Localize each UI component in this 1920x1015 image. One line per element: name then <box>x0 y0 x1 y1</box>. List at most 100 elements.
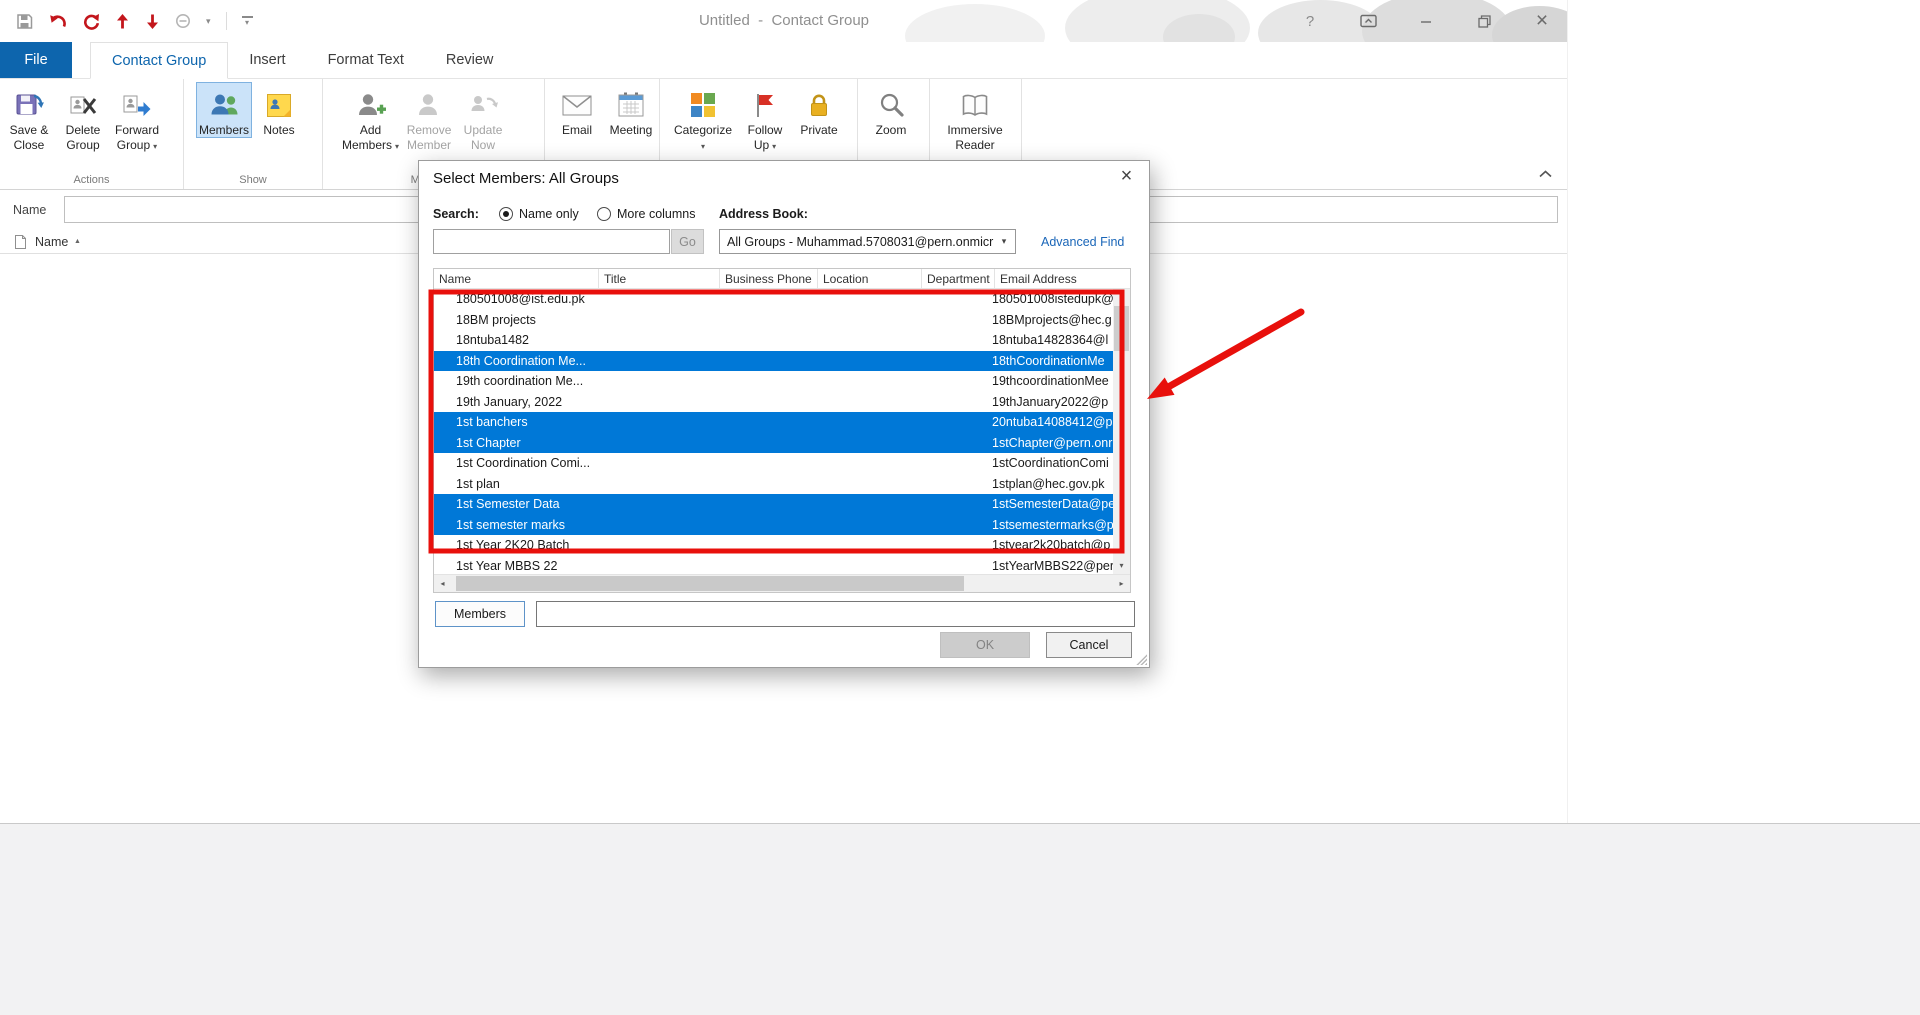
dialog-close-icon[interactable]: × <box>1104 161 1149 192</box>
sync-icon[interactable] <box>175 13 191 29</box>
zoom-icon <box>877 86 905 123</box>
column-header-name[interactable]: Name <box>434 269 599 288</box>
table-row[interactable]: 1st Year 2K20 Batch1styear2k20batch@p <box>434 535 1113 556</box>
name-only-radio[interactable] <box>499 207 513 221</box>
private-button[interactable]: Private <box>792 82 846 154</box>
minimize-icon[interactable] <box>1416 0 1436 42</box>
row-email: 18thCoordinationMe <box>992 354 1113 368</box>
column-header-business-phone[interactable]: Business Phone <box>720 269 818 288</box>
advanced-find-link[interactable]: Advanced Find <box>1041 235 1124 249</box>
column-header-email-address[interactable]: Email Address <box>995 269 1130 288</box>
name-only-radio-label[interactable]: Name only <box>519 207 579 221</box>
table-row[interactable]: 1st Coordination Comi...1stCoordinationC… <box>434 453 1113 474</box>
row-name: 1st plan <box>434 477 992 491</box>
table-row[interactable]: 19th coordination Me...19thcoordinationM… <box>434 371 1113 392</box>
horizontal-scrollbar[interactable]: ◂ ▸ <box>434 574 1130 592</box>
more-columns-radio-label[interactable]: More columns <box>617 207 696 221</box>
row-name: 1st Year 2K20 Batch <box>434 538 992 552</box>
annotation-arrow-head <box>1147 378 1175 400</box>
save-close-icon <box>14 86 44 123</box>
tab-format-text[interactable]: Format Text <box>307 42 425 78</box>
table-row[interactable]: 180501008@ist.edu.pk180501008istedupk@c <box>434 289 1113 310</box>
horizontal-scroll-thumb[interactable] <box>456 576 964 591</box>
column-header-title[interactable]: Title <box>599 269 720 288</box>
dropdown-chevron-icon: ▾ <box>395 142 399 151</box>
categorize-icon <box>689 86 717 123</box>
name-column-header[interactable]: Name <box>35 235 68 249</box>
redo-icon[interactable] <box>82 13 100 30</box>
update-now-icon <box>468 86 498 123</box>
members-field[interactable] <box>536 601 1135 627</box>
row-email: 1stsemestermarks@p <box>992 518 1113 532</box>
categorize-button[interactable]: Categorize▾ <box>668 82 738 154</box>
scroll-down-icon[interactable]: ▾ <box>1113 557 1130 574</box>
row-email: 19thcoordinationMee <box>992 374 1113 388</box>
row-name: 1st Chapter <box>434 436 992 450</box>
ribbon-display-options-icon[interactable] <box>1358 0 1378 42</box>
customize-quick-access-icon[interactable]: ▾ <box>242 16 253 26</box>
chevron-down-icon[interactable]: ▾ <box>206 17 211 26</box>
immersive-reader-button[interactable]: ImmersiveReader <box>936 82 1014 153</box>
search-input[interactable] <box>433 229 670 254</box>
group-label-show: Show <box>184 174 322 186</box>
dropdown-chevron-icon: ▾ <box>772 142 776 151</box>
meeting-button[interactable]: Meeting <box>604 82 658 138</box>
add-members-icon <box>355 86 387 123</box>
row-name: 19th January, 2022 <box>434 395 992 409</box>
help-icon[interactable]: ? <box>1300 0 1320 42</box>
table-row[interactable]: 1st Year MBBS 221stYearMBBS22@per <box>434 556 1113 575</box>
table-row[interactable]: 18BM projects18BMprojects@hec.g <box>434 310 1113 331</box>
address-book-dropdown[interactable]: All Groups - Muhammad.5708031@pern.onmic… <box>719 229 1016 254</box>
window-controls: ? × <box>1300 0 1552 42</box>
follow-up-button[interactable]: FollowUp▾ <box>738 82 792 154</box>
more-columns-radio[interactable] <box>597 207 611 221</box>
scroll-left-icon[interactable]: ◂ <box>434 575 451 592</box>
restore-icon[interactable] <box>1474 0 1494 42</box>
table-row[interactable]: 1st semester marks1stsemestermarks@p <box>434 515 1113 536</box>
row-name: 1st semester marks <box>434 518 992 532</box>
row-email: 1stSemesterData@pe <box>992 497 1113 511</box>
address-book-value: All Groups - Muhammad.5708031@pern.onmic… <box>720 235 994 249</box>
scroll-up-icon[interactable]: ▴ <box>1113 289 1130 306</box>
tab-file[interactable]: File <box>0 42 72 78</box>
zoom-button[interactable]: Zoom <box>864 82 918 138</box>
add-members-button[interactable]: AddMembers▾ <box>339 82 402 154</box>
save-icon[interactable] <box>16 13 33 30</box>
members-show-button[interactable]: Members <box>196 82 252 138</box>
save-close-button[interactable]: Save &Close <box>2 82 56 154</box>
table-row[interactable]: 18ntuba148218ntuba14828364@l <box>434 330 1113 351</box>
cancel-button[interactable]: Cancel <box>1046 632 1132 658</box>
ribbon-group-show: Members Notes Show <box>184 79 323 189</box>
resize-grip[interactable] <box>1135 653 1147 665</box>
table-row[interactable]: 1st banchers20ntuba14088412@p <box>434 412 1113 433</box>
move-up-icon[interactable] <box>115 13 130 30</box>
table-row[interactable]: 1st Semester Data1stSemesterData@pe <box>434 494 1113 515</box>
tab-insert[interactable]: Insert <box>228 42 306 78</box>
vertical-scroll-thumb[interactable] <box>1114 306 1129 351</box>
delete-group-icon <box>68 86 98 123</box>
remove-member-button: RemoveMember <box>402 82 456 154</box>
tab-review[interactable]: Review <box>425 42 515 78</box>
delete-group-button[interactable]: DeleteGroup <box>56 82 110 154</box>
follow-up-flag-icon <box>752 86 778 123</box>
table-row[interactable]: 1st plan1stplan@hec.gov.pk <box>434 474 1113 495</box>
close-window-icon[interactable]: × <box>1532 0 1552 42</box>
forward-group-button[interactable]: ForwardGroup▾ <box>110 82 164 154</box>
scroll-right-icon[interactable]: ▸ <box>1113 575 1130 592</box>
row-name: 18BM projects <box>434 313 992 327</box>
column-header-location[interactable]: Location <box>818 269 922 288</box>
email-button[interactable]: Email <box>550 82 604 138</box>
column-header-department[interactable]: Department <box>922 269 995 288</box>
collapse-ribbon-icon[interactable] <box>1539 165 1552 183</box>
address-book-label: Address Book: <box>719 207 808 221</box>
notes-button[interactable]: Notes <box>252 82 306 138</box>
table-row[interactable]: 19th January, 202219thJanuary2022@p <box>434 392 1113 413</box>
members-button[interactable]: Members <box>435 601 525 627</box>
table-row[interactable]: 18th Coordination Me...18thCoordinationM… <box>434 351 1113 372</box>
vertical-scrollbar[interactable]: ▴ ▾ <box>1113 289 1130 574</box>
table-row[interactable]: 1st Chapter1stChapter@pern.onr <box>434 433 1113 454</box>
undo-icon[interactable] <box>48 13 67 30</box>
move-down-icon[interactable] <box>145 13 160 30</box>
tab-contact-group[interactable]: Contact Group <box>90 42 228 79</box>
ribbon-group-actions: Save &Close DeleteGroup ForwardGroup▾ Ac… <box>0 79 184 189</box>
